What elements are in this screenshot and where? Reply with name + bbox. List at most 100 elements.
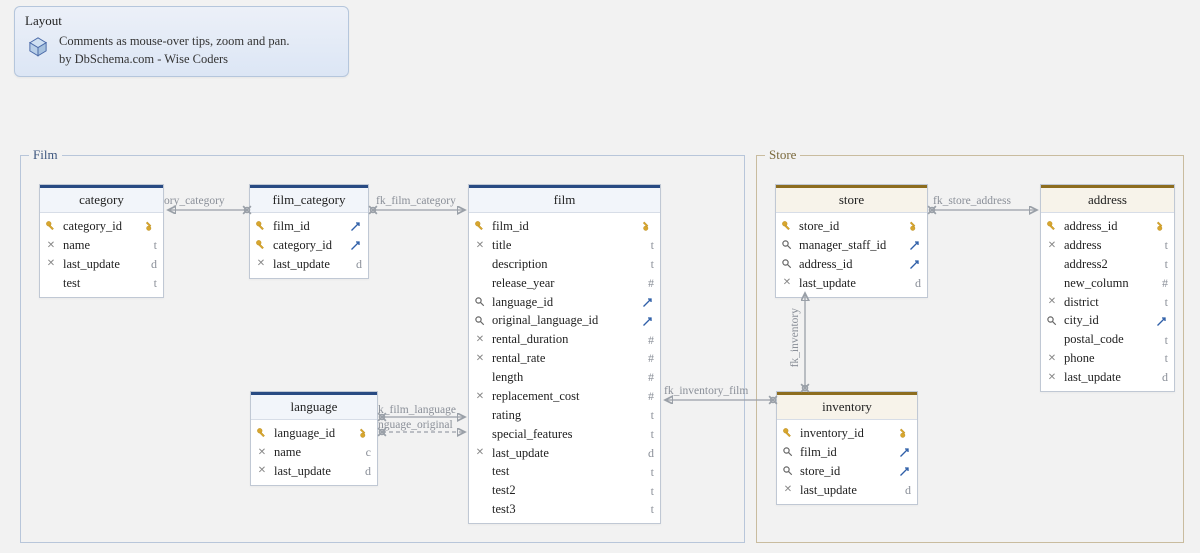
col-type: d	[348, 256, 362, 272]
col-name: store_id	[799, 218, 902, 235]
column-row[interactable]: special_featurest	[469, 425, 660, 444]
column-row[interactable]: film_id	[469, 217, 660, 236]
col-name: category_id	[273, 237, 343, 254]
column-row[interactable]: manager_staff_id	[776, 236, 927, 255]
col-type: t	[640, 483, 654, 499]
col-type: d	[1154, 369, 1168, 385]
column-row[interactable]: store_id	[776, 217, 927, 236]
col-icon: ✕	[780, 276, 794, 290]
table-body: inventory_idfilm_idstore_id✕last_updated	[777, 420, 917, 504]
col-type: d	[640, 445, 654, 461]
col-icon	[780, 258, 794, 270]
col-type	[143, 220, 157, 232]
column-row[interactable]: ✕last_updated	[40, 255, 163, 274]
col-name: last_update	[799, 275, 902, 292]
column-row[interactable]: ✕titlet	[469, 236, 660, 255]
column-row[interactable]: original_language_id	[469, 311, 660, 330]
column-row[interactable]: release_year#	[469, 274, 660, 293]
col-type: d	[907, 275, 921, 291]
table-category[interactable]: category category_id✕namet✕last_updatedt…	[39, 184, 164, 298]
column-row[interactable]: testt	[469, 462, 660, 481]
column-row[interactable]: address2t	[1041, 255, 1174, 274]
column-row[interactable]: film_id	[777, 443, 917, 462]
column-row[interactable]: new_column#	[1041, 274, 1174, 293]
column-row[interactable]: category_id	[250, 236, 368, 255]
rel-film-language: k_film_language	[378, 404, 456, 416]
col-icon: ✕	[44, 257, 58, 271]
col-name: rating	[492, 407, 635, 424]
column-row[interactable]: store_id	[777, 462, 917, 481]
info-text: Comments as mouse-over tips, zoom and pa…	[59, 33, 290, 68]
column-row[interactable]: ✕addresst	[1041, 236, 1174, 255]
col-name: language_id	[274, 425, 352, 442]
column-row[interactable]: ✕districtt	[1041, 293, 1174, 312]
column-row[interactable]: ✕rental_rate#	[469, 349, 660, 368]
table-language[interactable]: language language_id✕namec✕last_updated	[250, 391, 378, 486]
col-type	[348, 239, 362, 251]
col-icon	[1045, 220, 1059, 232]
col-icon: ✕	[473, 333, 487, 347]
column-row[interactable]: address_id	[1041, 217, 1174, 236]
column-row[interactable]: ✕namet	[40, 236, 163, 255]
column-row[interactable]: ✕namec	[251, 443, 377, 462]
table-inventory[interactable]: inventory inventory_idfilm_idstore_id✕la…	[776, 391, 918, 505]
column-row[interactable]: postal_codet	[1041, 330, 1174, 349]
col-name: new_column	[1064, 275, 1149, 292]
column-row[interactable]: length#	[469, 368, 660, 387]
col-name: test	[492, 463, 635, 480]
column-row[interactable]: ✕last_updated	[1041, 368, 1174, 387]
column-row[interactable]: language_id	[469, 293, 660, 312]
column-row[interactable]: city_id	[1041, 311, 1174, 330]
column-row[interactable]: ratingt	[469, 406, 660, 425]
col-type: t	[640, 501, 654, 517]
column-row[interactable]: film_id	[250, 217, 368, 236]
col-type: t	[143, 237, 157, 253]
col-type	[907, 258, 921, 270]
col-name: last_update	[800, 482, 892, 499]
column-row[interactable]: address_id	[776, 255, 927, 274]
col-icon	[254, 220, 268, 232]
col-icon: ✕	[1045, 371, 1059, 385]
col-type: d	[897, 482, 911, 498]
col-name: language_id	[492, 294, 635, 311]
col-type	[348, 220, 362, 232]
column-row[interactable]: ✕phonet	[1041, 349, 1174, 368]
info-line1: Comments as mouse-over tips, zoom and pa…	[59, 33, 290, 51]
table-film-category[interactable]: film_category film_idcategory_id✕last_up…	[249, 184, 369, 279]
table-store[interactable]: store store_idmanager_staff_idaddress_id…	[775, 184, 928, 298]
col-icon	[255, 427, 269, 439]
column-row[interactable]: descriptiont	[469, 255, 660, 274]
col-type	[897, 427, 911, 439]
column-row[interactable]: ✕last_updated	[251, 462, 377, 481]
column-row[interactable]: ✕last_updated	[250, 255, 368, 274]
column-row[interactable]: ✕replacement_cost#	[469, 387, 660, 406]
col-icon: ✕	[1045, 239, 1059, 253]
table-film[interactable]: film film_id✕titletdescriptiontrelease_y…	[468, 184, 661, 524]
column-row[interactable]: ✕ last_update d	[776, 274, 927, 293]
col-icon: ✕	[255, 446, 269, 460]
col-name: rental_rate	[492, 350, 635, 367]
col-icon: ✕	[473, 239, 487, 253]
column-row[interactable]: category_id	[40, 217, 163, 236]
col-type: d	[143, 256, 157, 272]
col-type: t	[143, 275, 157, 291]
info-line2: by DbSchema.com - Wise Coders	[59, 51, 290, 69]
column-row[interactable]: ✕rental_duration#	[469, 330, 660, 349]
table-body: language_id✕namec✕last_updated	[251, 420, 377, 485]
table-body: address_id✕addresstaddress2tnew_column#✕…	[1041, 213, 1174, 391]
col-icon: ✕	[1045, 295, 1059, 309]
column-row[interactable]: language_id	[251, 424, 377, 443]
column-row[interactable]: test3t	[469, 500, 660, 519]
col-type: #	[640, 275, 654, 291]
column-row[interactable]: ✕last_updated	[777, 481, 917, 500]
col-name: address	[1064, 237, 1149, 254]
column-row[interactable]: inventory_id	[777, 424, 917, 443]
col-type	[357, 427, 371, 439]
column-row[interactable]: ✕last_updated	[469, 444, 660, 463]
table-address[interactable]: address address_id✕addresstaddress2tnew_…	[1040, 184, 1175, 392]
column-row[interactable]: testt	[40, 274, 163, 293]
col-name: film_id	[273, 218, 343, 235]
col-type	[640, 220, 654, 232]
column-row[interactable]: test2t	[469, 481, 660, 500]
table-body: store_idmanager_staff_idaddress_id ✕ last_…	[776, 213, 927, 297]
